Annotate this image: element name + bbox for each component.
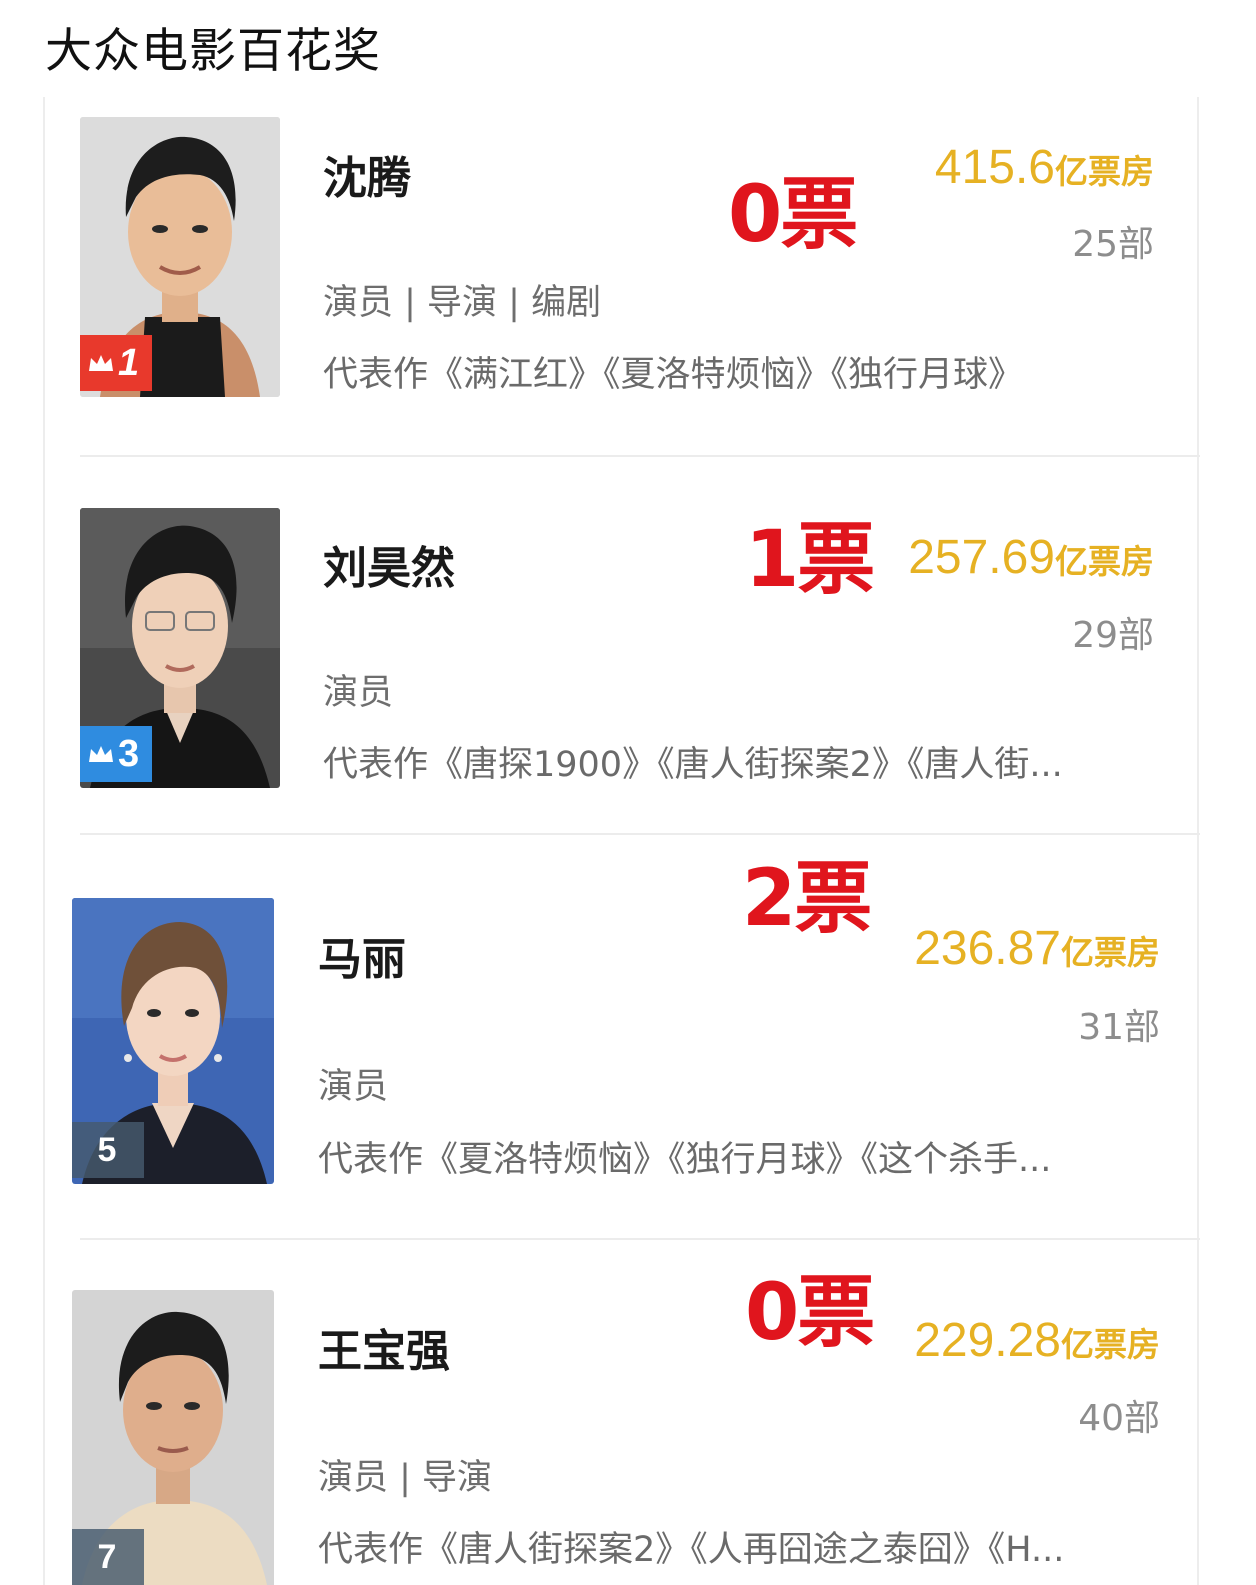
film-count: 40部 <box>1078 1398 1160 1439</box>
crown-icon <box>89 746 113 762</box>
boxoffice-value: 236.87 <box>914 922 1061 975</box>
boxoffice-value: 415.6 <box>934 141 1055 194</box>
crown-icon <box>89 355 113 371</box>
vote-count: 2票 <box>742 854 872 944</box>
rank-number: 1 <box>118 341 140 384</box>
boxoffice-total: 257.69亿票房 <box>908 530 1154 585</box>
film-count: 25部 <box>1072 224 1154 265</box>
boxoffice-unit: 亿票房 <box>1061 933 1160 972</box>
rank-number: 3 <box>118 732 140 775</box>
avatar[interactable]: 5 <box>72 898 274 1184</box>
roles: 演员 | 导演 <box>318 1458 493 1498</box>
representative-works: 代表作《夏洛特烦恼》《独行月球》《这个杀手... <box>318 1140 1052 1180</box>
boxoffice-value: 229.28 <box>914 1314 1061 1367</box>
avatar[interactable]: 3 <box>80 508 280 788</box>
nominee-name[interactable]: 王宝强 <box>318 1315 450 1379</box>
roles: 演员 <box>323 673 394 713</box>
representative-works: 代表作《唐人街探案2》《人再囧途之泰囧》《H... <box>318 1530 1065 1570</box>
representative-works: 代表作《唐探1900》《唐人街探案2》《唐人街... <box>323 745 1063 785</box>
film-count: 29部 <box>1072 615 1154 656</box>
film-count: 31部 <box>1078 1007 1160 1048</box>
boxoffice-unit: 亿票房 <box>1061 1325 1160 1364</box>
boxoffice-unit: 亿票房 <box>1055 542 1154 581</box>
rank-number: 5 <box>97 1130 117 1169</box>
representative-works: 代表作《满江红》《夏洛特烦恼》《独行月球》 <box>323 355 1024 395</box>
roles: 演员 <box>318 1067 389 1107</box>
rank-badge: 3 <box>80 726 152 782</box>
rank-badge: 7 <box>72 1529 144 1585</box>
nominee-name[interactable]: 马丽 <box>318 923 406 987</box>
page-title: 大众电影百花奖 <box>45 24 381 79</box>
nominee-name[interactable]: 刘昊然 <box>323 532 455 596</box>
rank-number: 7 <box>97 1537 117 1576</box>
rank-badge: 1 <box>80 335 152 391</box>
boxoffice-total: 415.6亿票房 <box>935 140 1154 195</box>
row-divider <box>80 1238 1200 1240</box>
avatar[interactable]: 7 <box>72 1290 274 1585</box>
roles: 演员 | 导演 | 编剧 <box>323 283 602 323</box>
avatar[interactable]: 1 <box>80 117 280 397</box>
vote-count: 0票 <box>728 170 858 260</box>
row-divider <box>80 833 1200 835</box>
row-divider <box>80 455 1200 457</box>
boxoffice-unit: 亿票房 <box>1055 152 1154 191</box>
nominee-name[interactable]: 沈腾 <box>323 142 411 206</box>
boxoffice-value: 257.69 <box>908 531 1055 584</box>
boxoffice-total: 236.87亿票房 <box>914 921 1160 976</box>
vote-count: 0票 <box>745 1268 875 1358</box>
boxoffice-total: 229.28亿票房 <box>914 1313 1160 1368</box>
vote-count: 1票 <box>745 515 875 605</box>
rank-badge: 5 <box>72 1122 144 1178</box>
